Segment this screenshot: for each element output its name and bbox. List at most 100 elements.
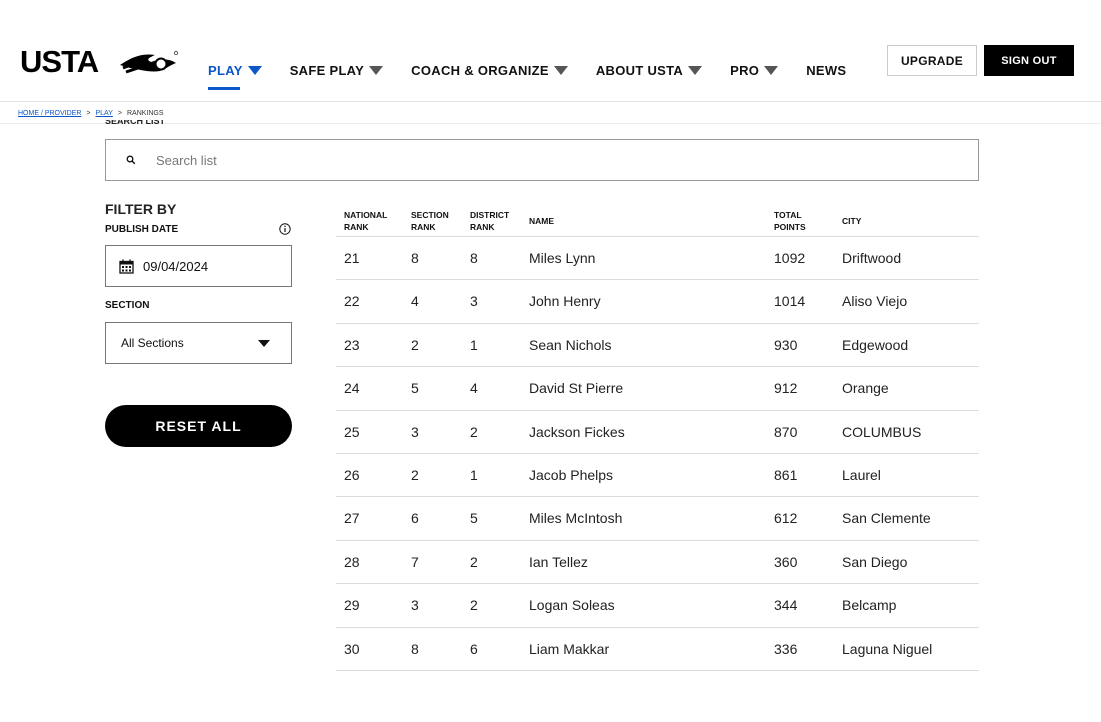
nav-play-label: PLAY <box>208 63 243 78</box>
player-name-cell[interactable]: Miles McIntosh <box>529 510 622 526</box>
table-row[interactable]: 21 8 8 Miles Lynn 1092 Driftwood <box>336 237 979 281</box>
chevron-down-icon <box>247 66 262 75</box>
section-rank-cell: 8 <box>411 250 419 266</box>
chevron-down-icon <box>553 66 568 75</box>
upgrade-button[interactable]: UPGRADE <box>887 45 977 76</box>
sign-out-button[interactable]: SIGN OUT <box>984 45 1074 76</box>
reset-all-button[interactable]: RESET ALL <box>105 405 292 447</box>
city-cell: Aliso Viejo <box>842 293 908 310</box>
total-points-cell: 612 <box>774 510 798 527</box>
total-points-cell: 1014 <box>774 293 806 310</box>
national-rank-cell: 27 <box>344 510 360 527</box>
table-row[interactable]: 30 8 6 Liam Makkar 336 Laguna Niguel <box>336 628 979 671</box>
player-name-cell[interactable]: Liam Makkar <box>529 641 609 657</box>
district-rank-cell: 1 <box>470 466 478 483</box>
nav-pro[interactable]: PRO <box>730 63 779 78</box>
district-rank-cell: 6 <box>470 640 478 657</box>
section-label: SECTION <box>105 300 150 311</box>
search-icon <box>126 155 136 165</box>
district-rank-cell: 8 <box>470 250 478 266</box>
total-points-cell: 1092 <box>774 250 806 266</box>
info-icon[interactable] <box>279 223 291 235</box>
city-cell: Edgewood <box>842 336 909 353</box>
district-rank-cell: 2 <box>470 553 478 570</box>
table-row[interactable]: 27 6 5 Miles McIntosh 612 San Clemente <box>336 497 979 541</box>
breadcrumb: HOME / PROVIDER > PLAY > RANKINGS <box>18 110 164 117</box>
col-section-rank[interactable]: SECTION RANK <box>411 209 449 233</box>
col-district-rank[interactable]: DISTRICT RANK <box>470 209 509 233</box>
nav-coach-organize-label: COACH & ORGANIZE <box>411 63 549 78</box>
col-name[interactable]: NAME <box>529 215 554 227</box>
nav-news-label: NEWS <box>806 63 847 78</box>
player-name-cell[interactable]: Sean Nichols <box>529 337 612 353</box>
district-rank-cell: 5 <box>470 510 478 527</box>
city-cell: Driftwood <box>842 250 902 266</box>
calendar-icon <box>119 259 134 274</box>
player-name-cell[interactable]: Jackson Fickes <box>529 424 625 440</box>
player-name-cell[interactable]: Miles Lynn <box>529 250 595 266</box>
national-rank-cell: 23 <box>344 336 360 353</box>
player-name-cell[interactable]: Jacob Phelps <box>529 467 613 483</box>
district-rank-cell: 2 <box>470 423 478 440</box>
total-points-cell: 930 <box>774 336 798 353</box>
table-row[interactable]: 24 5 4 David St Pierre 912 Orange <box>336 367 979 411</box>
city-cell: Laguna Niguel <box>842 640 933 657</box>
filter-by-heading: FILTER BY <box>105 201 177 217</box>
section-rank-cell: 3 <box>411 423 419 440</box>
player-name-cell[interactable]: John Henry <box>529 293 601 309</box>
table-row[interactable]: 28 7 2 Ian Tellez 360 San Diego <box>336 541 979 585</box>
total-points-cell: 336 <box>774 640 798 657</box>
chevron-down-icon <box>688 66 703 75</box>
table-row[interactable]: 23 2 1 Sean Nichols 930 Edgewood <box>336 324 979 368</box>
city-cell: COLUMBUS <box>842 423 922 440</box>
nav-coach-organize[interactable]: COACH & ORGANIZE <box>411 63 568 78</box>
nav-about-usta[interactable]: ABOUT USTA <box>596 63 703 78</box>
logo-text: USTA <box>20 45 99 77</box>
table-row[interactable]: 25 3 2 Jackson Fickes 870 COLUMBUS <box>336 411 979 454</box>
district-rank-cell: 3 <box>470 293 478 310</box>
col-national-rank[interactable]: NATIONAL RANK <box>344 209 387 233</box>
national-rank-cell: 30 <box>344 640 360 657</box>
national-rank-cell: 24 <box>344 380 360 397</box>
table-row[interactable]: 26 2 1 Jacob Phelps 861 Laurel <box>336 454 979 498</box>
search-input[interactable] <box>156 152 856 168</box>
section-value: All Sections <box>121 336 184 350</box>
table-header: NATIONAL RANK SECTION RANK DISTRICT RANK NA… <box>336 205 979 237</box>
city-cell: Laurel <box>842 466 881 483</box>
section-rank-cell: 3 <box>411 597 419 614</box>
nav-news[interactable]: NEWS <box>806 63 846 78</box>
breadcrumb-play[interactable]: PLAY <box>96 110 113 117</box>
nav-play[interactable]: PLAY <box>208 63 262 90</box>
section-rank-cell: 7 <box>411 553 419 570</box>
section-dropdown[interactable]: All Sections <box>105 322 292 364</box>
table-row[interactable]: 29 3 2 Logan Soleas 344 Belcamp <box>336 584 979 628</box>
section-rank-cell: 2 <box>411 336 419 353</box>
city-cell: San Diego <box>842 553 908 570</box>
city-cell: Orange <box>842 380 889 397</box>
section-rank-cell: 2 <box>411 466 419 483</box>
district-rank-cell: 4 <box>470 380 478 397</box>
nav-safe-play[interactable]: SAFE PLAY <box>290 63 384 78</box>
total-points-cell: 360 <box>774 553 798 570</box>
table-row[interactable]: 22 4 3 John Henry 1014 Aliso Viejo <box>336 280 979 324</box>
section-rank-cell: 6 <box>411 510 419 527</box>
nav-pro-label: PRO <box>730 63 760 78</box>
search-box[interactable] <box>105 139 979 181</box>
total-points-cell: 912 <box>774 380 798 397</box>
breadcrumb-current: RANKINGS <box>126 110 164 117</box>
publish-date-field[interactable]: 09/04/2024 <box>105 245 292 287</box>
col-city[interactable]: CITY <box>842 215 861 227</box>
section-rank-cell: 5 <box>411 380 419 397</box>
player-name-cell[interactable]: Logan Soleas <box>529 597 615 613</box>
national-rank-cell: 22 <box>344 293 360 310</box>
chevron-down-icon <box>369 66 384 75</box>
city-cell: Belcamp <box>842 597 897 614</box>
usta-logo[interactable]: USTA <box>20 45 180 77</box>
city-cell: San Clemente <box>842 510 931 527</box>
col-total-points[interactable]: TOTAL POINTS <box>774 209 806 233</box>
breadcrumb-divider <box>0 123 1101 124</box>
breadcrumb-separator: > <box>86 110 91 117</box>
player-name-cell[interactable]: Ian Tellez <box>529 554 588 570</box>
player-name-cell[interactable]: David St Pierre <box>529 380 623 396</box>
breadcrumb-home[interactable]: HOME / PROVIDER <box>18 110 81 117</box>
